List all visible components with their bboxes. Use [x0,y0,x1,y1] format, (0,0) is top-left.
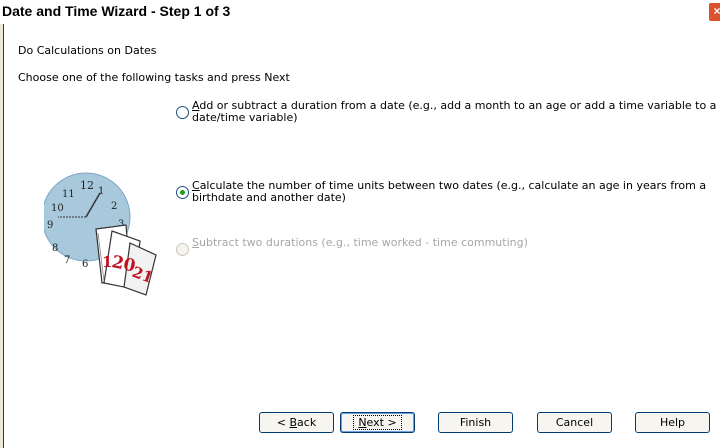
clock-number: 11 [62,189,75,200]
close-icon: × [713,4,720,18]
title-bar[interactable]: Date and Time Wizard - Step 1 of 3 × [0,0,720,24]
page-heading: Do Calculations on Dates [18,44,157,57]
clock-calendar-graphic: 12 1 2 3 6 7 8 9 10 11 1 20 21 [41,172,157,296]
instructions-text: Choose one of the following tasks and pr… [18,71,290,84]
clock-number: 1 [98,186,104,197]
option-label: Subtract two durations (e.g., time worke… [192,236,528,249]
finish-button[interactable]: Finish [438,412,513,433]
option-subtract-durations: Subtract two durations (e.g., time worke… [176,237,720,256]
clock-number: 2 [111,201,117,212]
clock-number: 12 [80,179,94,192]
back-button[interactable]: < Back [259,412,334,433]
clock-number: 7 [64,255,70,266]
option-add-subtract-duration[interactable]: Add or subtract a duration from a date (… [176,100,720,124]
radio-calculate-time-units[interactable] [176,186,189,199]
radio-subtract-durations [176,243,189,256]
option-calculate-time-units[interactable]: Calculate the number of time units betwe… [176,180,720,204]
close-button[interactable]: × [708,2,720,22]
wizard-window: Date and Time Wizard - Step 1 of 3 × Do … [0,0,720,448]
option-label: Calculate the number of time units betwe… [192,179,707,204]
clock-and-calendar-icon: 12 1 2 3 6 7 8 9 10 11 1 20 21 [41,171,164,296]
radio-add-subtract-duration[interactable] [176,106,189,119]
help-button[interactable]: Help [635,412,710,433]
option-label: Add or subtract a duration from a date (… [192,99,717,124]
next-button[interactable]: Next > [340,412,415,433]
cancel-button[interactable]: Cancel [537,412,612,433]
clock-number: 8 [52,243,58,254]
clock-number: 9 [47,220,53,231]
window-title: Date and Time Wizard - Step 1 of 3 [2,3,231,19]
clock-number: 10 [51,203,64,214]
calendar-icon: 1 20 21 [95,224,157,296]
clock-number: 6 [82,259,88,270]
